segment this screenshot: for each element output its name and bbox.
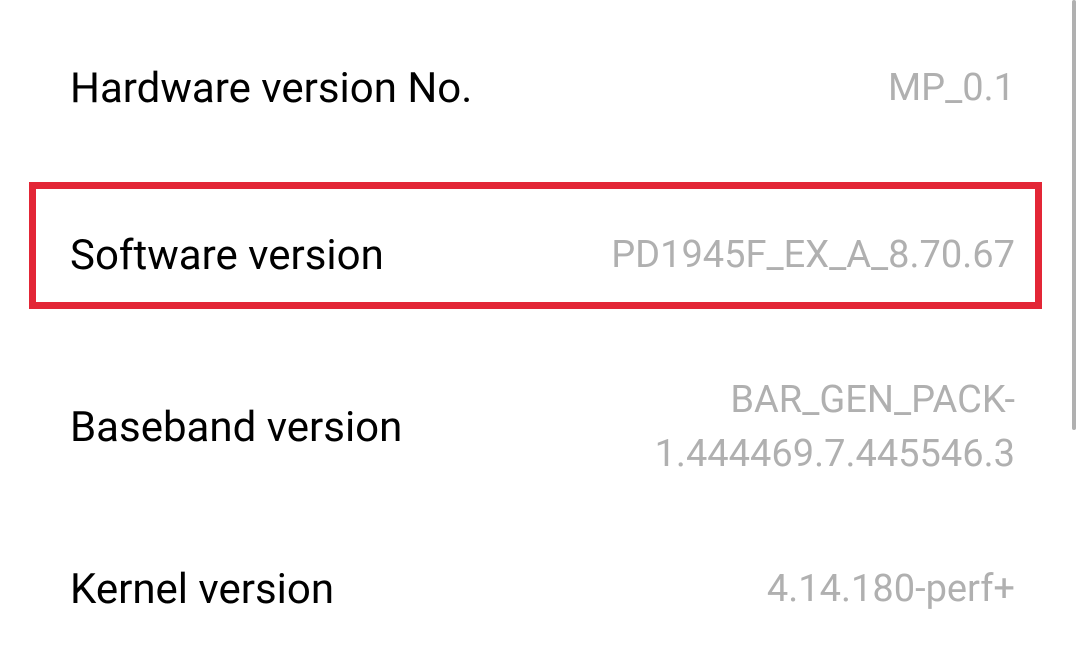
hardware-version-value: MP_0.1 bbox=[888, 62, 1015, 115]
software-version-label: Software version bbox=[70, 231, 384, 280]
kernel-version-row[interactable]: Kernel version 4.14.180-perf+ bbox=[0, 521, 1080, 658]
baseband-version-label: Baseband version bbox=[70, 403, 402, 452]
hardware-version-row[interactable]: Hardware version No. MP_0.1 bbox=[0, 0, 1080, 177]
settings-list: Hardware version No. MP_0.1 Software ver… bbox=[0, 0, 1080, 637]
kernel-version-value: 4.14.180-perf+ bbox=[767, 563, 1015, 616]
scrollbar[interactable] bbox=[1072, 0, 1076, 430]
software-version-value: PD1945F_EX_A_8.70.67 bbox=[611, 229, 1015, 282]
kernel-version-label: Kernel version bbox=[70, 565, 334, 614]
hardware-version-label: Hardware version No. bbox=[70, 64, 472, 113]
baseband-version-row[interactable]: Baseband version BAR_GEN_PACK-1.444469.7… bbox=[0, 334, 1080, 520]
baseband-version-value: BAR_GEN_PACK-1.444469.7.445546.3 bbox=[442, 374, 1015, 480]
software-version-row[interactable]: Software version PD1945F_EX_A_8.70.67 bbox=[0, 177, 1080, 334]
